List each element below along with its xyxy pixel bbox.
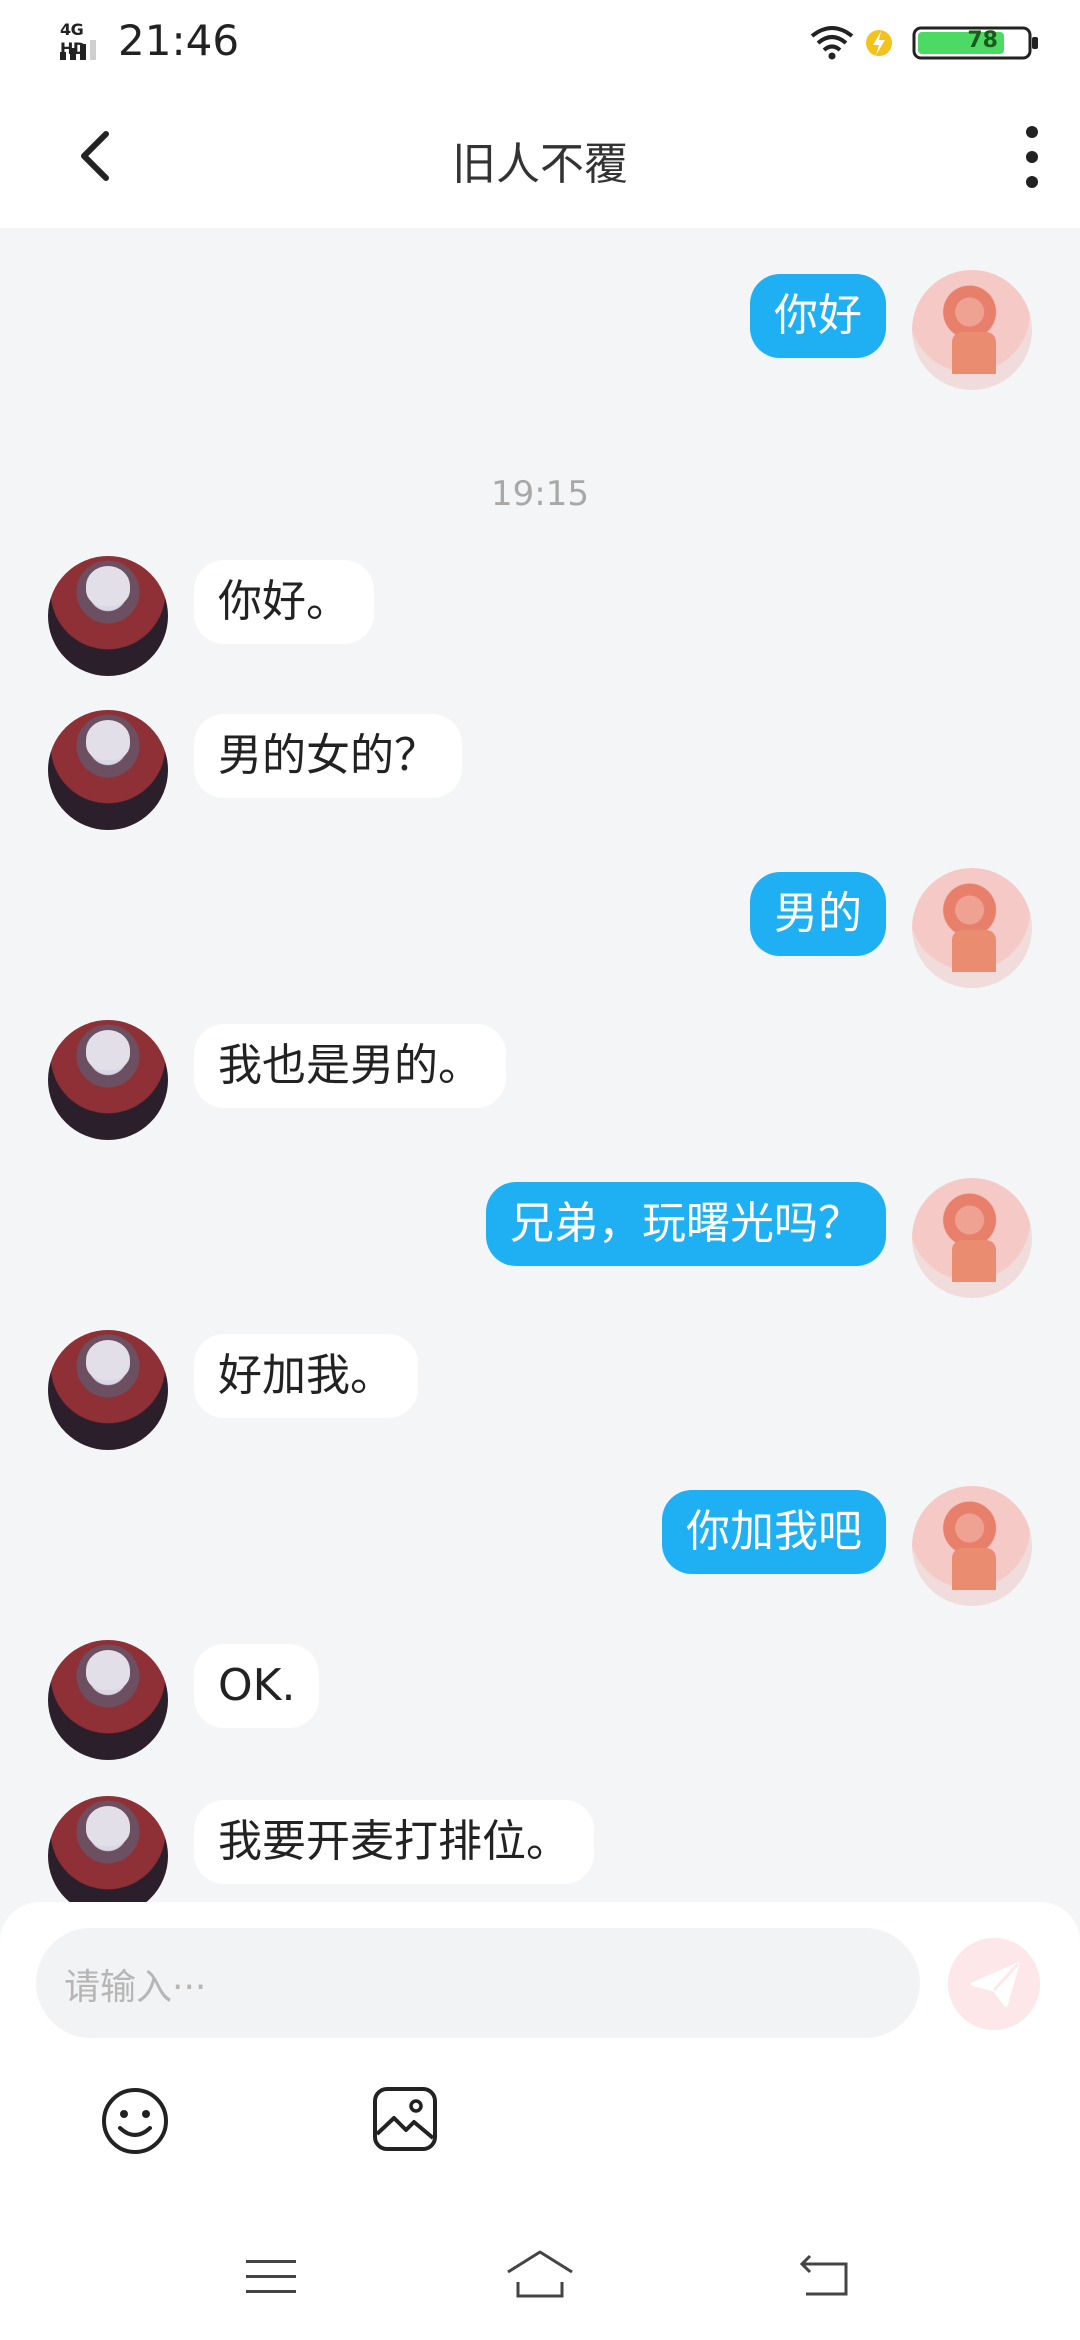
timestamp: 19:15 — [491, 474, 589, 514]
message-bubble[interactable]: 男的女的？ — [194, 714, 462, 798]
chat-header: 旧人不覆 — [0, 84, 1080, 228]
status-bar: 4G HD 21:46 78 — [0, 0, 1080, 84]
contact-avatar[interactable] — [48, 556, 168, 676]
contact-avatar[interactable] — [48, 1330, 168, 1450]
message-row-outgoing: 男的 — [0, 868, 1080, 988]
message-row-outgoing: 你好 — [0, 270, 1080, 390]
message-input-placeholder: 请输入··· — [64, 1967, 207, 2008]
emoji-icon[interactable] — [100, 2086, 170, 2156]
message-bubble[interactable]: 我要开麦打排位。 — [194, 1800, 594, 1884]
my-avatar[interactable] — [912, 1178, 1032, 1298]
contact-avatar[interactable] — [48, 710, 168, 830]
chat-title: 旧人不覆 — [452, 139, 628, 190]
message-input[interactable]: 请输入··· — [36, 1928, 920, 2038]
message-row-incoming: 好加我。 — [0, 1330, 1080, 1450]
more-vertical-icon[interactable] — [1010, 122, 1054, 192]
battery-level: 78 — [967, 28, 998, 53]
message-bubble[interactable]: 兄弟，玩曙光吗？ — [486, 1182, 886, 1266]
clock: 21:46 — [118, 16, 240, 65]
wifi-icon — [810, 26, 854, 60]
message-bubble[interactable]: 好加我。 — [194, 1334, 418, 1418]
message-row-incoming: 你好。 — [0, 556, 1080, 676]
image-icon[interactable] — [372, 2086, 438, 2152]
home-icon[interactable] — [504, 2246, 576, 2302]
charging-icon — [866, 30, 892, 56]
message-row-incoming: 男的女的？ — [0, 710, 1080, 830]
message-row-incoming: 我要开麦打排位。 — [0, 1796, 1080, 1904]
message-row-outgoing: 你加我吧 — [0, 1486, 1080, 1606]
message-bubble[interactable]: 男的 — [750, 872, 886, 956]
back-icon[interactable] — [796, 2254, 852, 2298]
my-avatar[interactable] — [912, 1486, 1032, 1606]
message-bubble[interactable]: OK. — [194, 1644, 320, 1728]
contact-avatar[interactable] — [48, 1796, 168, 1904]
my-avatar[interactable] — [912, 868, 1032, 988]
signal-icon: 4G HD — [60, 20, 106, 60]
menu-icon[interactable] — [244, 2256, 298, 2296]
message-row-incoming: 我也是男的。 — [0, 1020, 1080, 1140]
message-bubble[interactable]: 你好。 — [194, 560, 374, 644]
contact-avatar[interactable] — [48, 1640, 168, 1760]
message-row-incoming: OK. — [0, 1640, 1080, 1760]
message-list[interactable]: 你好 19:15 你好。 男的女的？ 男的 我也是男的。 兄弟，玩曙光吗？ 好加… — [0, 228, 1080, 1904]
message-row-outgoing: 兄弟，玩曙光吗？ — [0, 1178, 1080, 1298]
my-avatar[interactable] — [912, 270, 1032, 390]
send-icon — [970, 1962, 1020, 2008]
message-bubble[interactable]: 我也是男的。 — [194, 1024, 506, 1108]
contact-avatar[interactable] — [48, 1020, 168, 1140]
message-bubble[interactable]: 你好 — [750, 274, 886, 358]
message-bubble[interactable]: 你加我吧 — [662, 1490, 886, 1574]
send-button[interactable] — [948, 1938, 1040, 2030]
